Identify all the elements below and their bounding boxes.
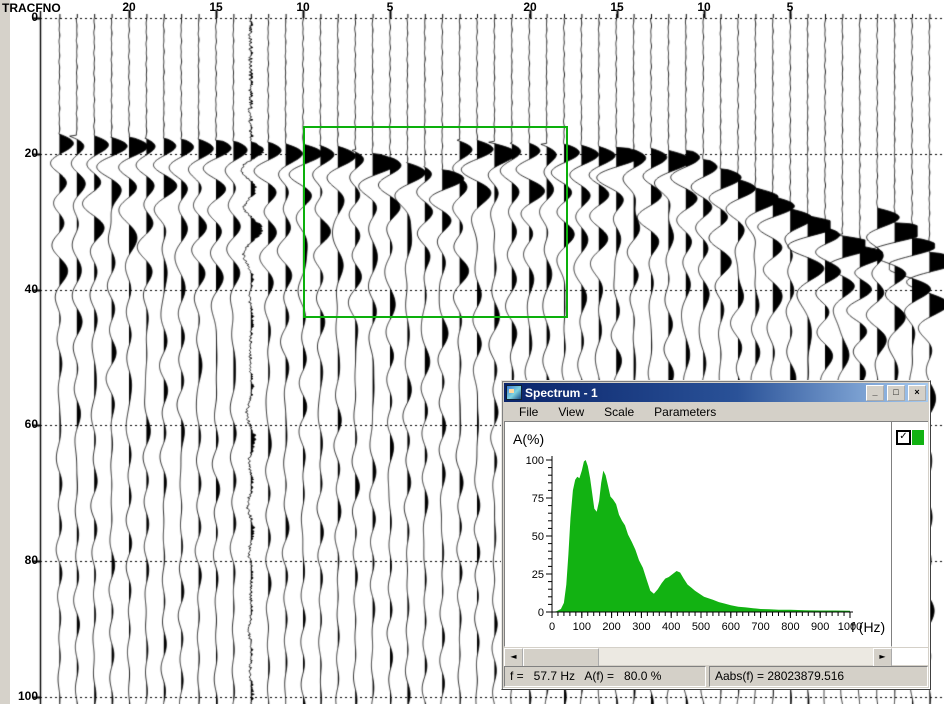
scroll-right-button[interactable]: ►: [873, 648, 892, 667]
close-button[interactable]: ×: [908, 385, 926, 401]
svg-text:700: 700: [751, 621, 769, 633]
time-tick-label: 80: [8, 553, 38, 567]
svg-text:75: 75: [532, 493, 544, 505]
trace-number-label: 10: [689, 0, 719, 14]
trace-number-label: 15: [602, 0, 632, 14]
app-icon: [506, 385, 522, 400]
spectrum-chart-area[interactable]: 0255075100010020030040050060070080090010…: [504, 421, 892, 647]
svg-text:100: 100: [573, 621, 591, 633]
spectrum-area-chart: 0255075100010020030040050060070080090010…: [505, 422, 891, 644]
svg-text:400: 400: [662, 621, 680, 633]
scroll-left-button[interactable]: ◄: [504, 648, 523, 667]
scrollbar-thumb[interactable]: [523, 648, 599, 667]
trace-number-label: 20: [114, 0, 144, 14]
curve-visibility-checkbox[interactable]: ✓: [896, 430, 911, 445]
time-tick-label: 100: [8, 689, 38, 703]
time-tick-label: 60: [8, 417, 38, 431]
svg-text:100: 100: [526, 455, 544, 467]
menu-item-file[interactable]: File: [510, 404, 547, 420]
window-edge-strip: [0, 0, 10, 704]
menu-item-scale[interactable]: Scale: [595, 404, 643, 420]
svg-text:50: 50: [532, 531, 544, 543]
scrollbar-corner: [892, 648, 928, 665]
time-tick-label: 0: [8, 10, 38, 24]
spectrum-menubar: FileViewScaleParameters: [504, 402, 928, 421]
selection-rectangle[interactable]: [303, 126, 568, 318]
trace-number-label: 5: [375, 0, 405, 14]
curve-color-swatch: [912, 430, 924, 445]
svg-text:200: 200: [602, 621, 620, 633]
minimize-button[interactable]: _: [866, 385, 884, 401]
curve-legend-panel: ✓: [892, 421, 928, 647]
horizontal-scrollbar[interactable]: ◄ ►: [504, 648, 892, 665]
trace-number-label: 5: [775, 0, 805, 14]
scrollbar-track[interactable]: [599, 648, 873, 665]
spectrum-curve: [552, 460, 850, 612]
svg-text:300: 300: [632, 621, 650, 633]
status-bar: f = 57.7 Hz A(f) = 80.0 % Aabs(f) = 2802…: [504, 666, 928, 687]
svg-text:0: 0: [538, 607, 544, 619]
time-tick-label: 40: [8, 282, 38, 296]
svg-text:600: 600: [722, 621, 740, 633]
svg-text:25: 25: [532, 569, 544, 581]
spectrum-window: Spectrum - 1 _ □ × FileViewScaleParamete…: [501, 380, 931, 690]
scroll-row: ◄ ►: [504, 648, 928, 665]
svg-text:0: 0: [549, 621, 555, 633]
seismic-viewer-app: TRACFNO 20151052015105 020406080100 Spec…: [0, 0, 944, 704]
menu-item-parameters[interactable]: Parameters: [645, 404, 725, 420]
svg-text:800: 800: [781, 621, 799, 633]
maximize-button[interactable]: □: [887, 385, 905, 401]
svg-text:900: 900: [811, 621, 829, 633]
spectrum-main-area: 0255075100010020030040050060070080090010…: [504, 421, 928, 647]
x-axis-title: f (Hz): [851, 619, 885, 635]
y-axis-title: A(%): [513, 431, 544, 447]
trace-number-label: 10: [288, 0, 318, 14]
svg-text:500: 500: [692, 621, 710, 633]
spectrum-window-titlebar[interactable]: Spectrum - 1 _ □ ×: [504, 383, 928, 402]
trace-number-label: 15: [201, 0, 231, 14]
absolute-amplitude-readout: Aabs(f) = 28023879.516: [709, 666, 928, 687]
frequency-readout: f = 57.7 Hz A(f) = 80.0 %: [504, 666, 706, 687]
window-title: Spectrum - 1: [525, 386, 863, 400]
menu-item-view[interactable]: View: [549, 404, 593, 420]
time-tick-label: 20: [8, 146, 38, 160]
trace-number-label: 20: [515, 0, 545, 14]
